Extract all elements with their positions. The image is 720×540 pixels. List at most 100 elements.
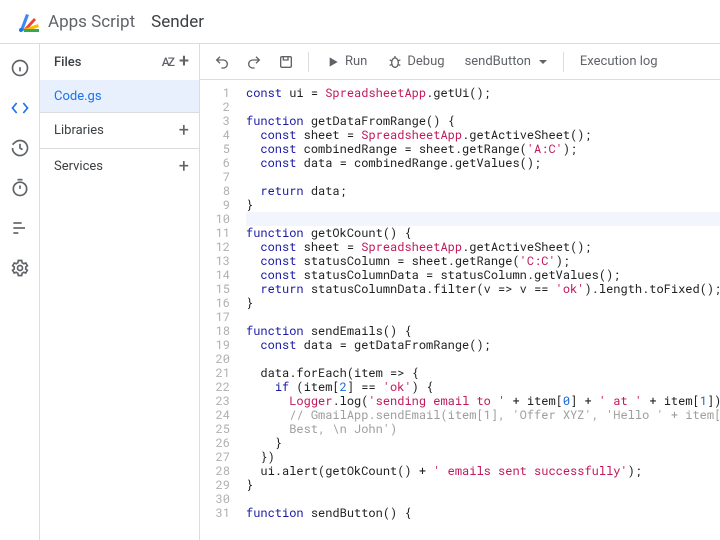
line-number: 9 [200, 198, 230, 212]
code-line[interactable]: const combinedRange = sheet.getRange('A:… [246, 142, 720, 156]
libraries-label: Libraries [54, 123, 104, 138]
line-number: 2 [200, 100, 230, 114]
code-line[interactable]: }) [246, 450, 720, 464]
execution-log-button[interactable]: Execution log [572, 48, 666, 76]
app-header: Apps Script Sender [0, 0, 720, 44]
line-number: 19 [200, 338, 230, 352]
function-select[interactable]: sendButton [457, 48, 555, 76]
code-line[interactable] [246, 212, 720, 226]
code-line[interactable]: const sheet = SpreadsheetApp.getActiveSh… [246, 240, 720, 254]
line-number: 31 [200, 506, 230, 520]
redo-button[interactable] [240, 48, 268, 76]
rail-history[interactable] [4, 132, 36, 164]
line-number: 23 [200, 394, 230, 408]
run-label: Run [345, 54, 367, 69]
code-line[interactable]: const statusColumn = sheet.getRange('C:C… [246, 254, 720, 268]
add-service-icon[interactable]: + [179, 158, 189, 176]
rail-executions[interactable] [4, 212, 36, 244]
debug-label: Debug [407, 54, 444, 69]
code-line[interactable]: const statusColumnData = statusColumn.ge… [246, 268, 720, 282]
line-number: 4 [200, 128, 230, 142]
code-line[interactable] [246, 170, 720, 184]
code-line[interactable]: function getDataFromRange() { [246, 114, 720, 128]
rail-overview[interactable] [4, 52, 36, 84]
line-number: 17 [200, 310, 230, 324]
code-line[interactable]: Best, \n John') [246, 422, 720, 436]
code-line[interactable]: } [246, 198, 720, 212]
file-code-gs[interactable]: Code.gs [40, 80, 199, 112]
code-line[interactable]: return data; [246, 184, 720, 198]
line-number: 14 [200, 268, 230, 282]
code-line[interactable]: Logger.log('sending email to ' + item[0]… [246, 394, 720, 408]
line-number: 3 [200, 114, 230, 128]
file-sidebar: Files AZ + Code.gs Libraries + Services … [40, 44, 200, 540]
code-line[interactable]: // GmailApp.sendEmail(item[1], 'Offer XY… [246, 408, 720, 422]
code-line[interactable]: return statusColumnData.filter(v => v ==… [246, 282, 720, 296]
code-line[interactable] [246, 100, 720, 114]
line-number: 20 [200, 352, 230, 366]
code-line[interactable]: function sendButton() { [246, 506, 720, 520]
editor-toolbar: Run Debug sendButton Execution log [200, 44, 720, 80]
sort-icon[interactable]: AZ [162, 55, 173, 69]
line-number: 13 [200, 254, 230, 268]
rail-editor[interactable] [4, 92, 36, 124]
code-source[interactable]: const ui = SpreadsheetApp.getUi(); funct… [240, 80, 720, 540]
code-line[interactable]: function getOkCount() { [246, 226, 720, 240]
apps-script-logo-icon [16, 10, 40, 34]
code-line[interactable]: if (item[2] == 'ok') { [246, 380, 720, 394]
run-button[interactable]: Run [317, 48, 375, 76]
line-number: 1 [200, 86, 230, 100]
rail-triggers[interactable] [4, 172, 36, 204]
code-line[interactable]: const ui = SpreadsheetApp.getUi(); [246, 86, 720, 100]
rail-settings[interactable] [4, 252, 36, 284]
line-number: 22 [200, 380, 230, 394]
code-line[interactable]: const data = combinedRange.getValues(); [246, 156, 720, 170]
line-number: 26 [200, 436, 230, 450]
toolbar-divider [563, 52, 564, 72]
save-button[interactable] [272, 48, 300, 76]
services-section: Services + [40, 148, 199, 184]
code-line[interactable] [246, 310, 720, 324]
left-rail [0, 44, 40, 540]
line-gutter: 1234567891011121314151617181920212223242… [200, 80, 240, 540]
line-number: 27 [200, 450, 230, 464]
add-file-icon[interactable]: + [179, 53, 189, 71]
toolbar-divider [308, 52, 309, 72]
code-line[interactable] [246, 492, 720, 506]
services-label: Services [54, 159, 103, 174]
undo-button[interactable] [208, 48, 236, 76]
files-header: Files AZ + [40, 44, 199, 80]
function-select-value: sendButton [465, 54, 531, 69]
code-line[interactable]: const sheet = SpreadsheetApp.getActiveSh… [246, 128, 720, 142]
line-number: 29 [200, 478, 230, 492]
line-number: 11 [200, 226, 230, 240]
line-number: 7 [200, 170, 230, 184]
code-line[interactable]: } [246, 436, 720, 450]
line-number: 12 [200, 240, 230, 254]
code-line[interactable]: data.forEach(item => { [246, 366, 720, 380]
line-number: 21 [200, 366, 230, 380]
project-name[interactable]: Sender [151, 12, 204, 32]
line-number: 30 [200, 492, 230, 506]
code-editor[interactable]: 1234567891011121314151617181920212223242… [200, 80, 720, 540]
debug-button[interactable]: Debug [379, 48, 452, 76]
code-line[interactable]: const data = getDataFromRange(); [246, 338, 720, 352]
line-number: 16 [200, 296, 230, 310]
line-number: 6 [200, 156, 230, 170]
line-number: 15 [200, 282, 230, 296]
editor-pane: Run Debug sendButton Execution log 12345… [200, 44, 720, 540]
code-line[interactable] [246, 352, 720, 366]
code-line[interactable]: ui.alert(getOkCount() + ' emails sent su… [246, 464, 720, 478]
libraries-section: Libraries + [40, 112, 199, 148]
code-line[interactable]: } [246, 478, 720, 492]
line-number: 28 [200, 464, 230, 478]
execution-log-label: Execution log [580, 54, 658, 69]
line-number: 25 [200, 422, 230, 436]
line-number: 10 [200, 212, 230, 226]
add-library-icon[interactable]: + [179, 122, 189, 140]
code-line[interactable]: function sendEmails() { [246, 324, 720, 338]
line-number: 8 [200, 184, 230, 198]
product-name: Apps Script [48, 12, 135, 32]
line-number: 5 [200, 142, 230, 156]
code-line[interactable]: } [246, 296, 720, 310]
